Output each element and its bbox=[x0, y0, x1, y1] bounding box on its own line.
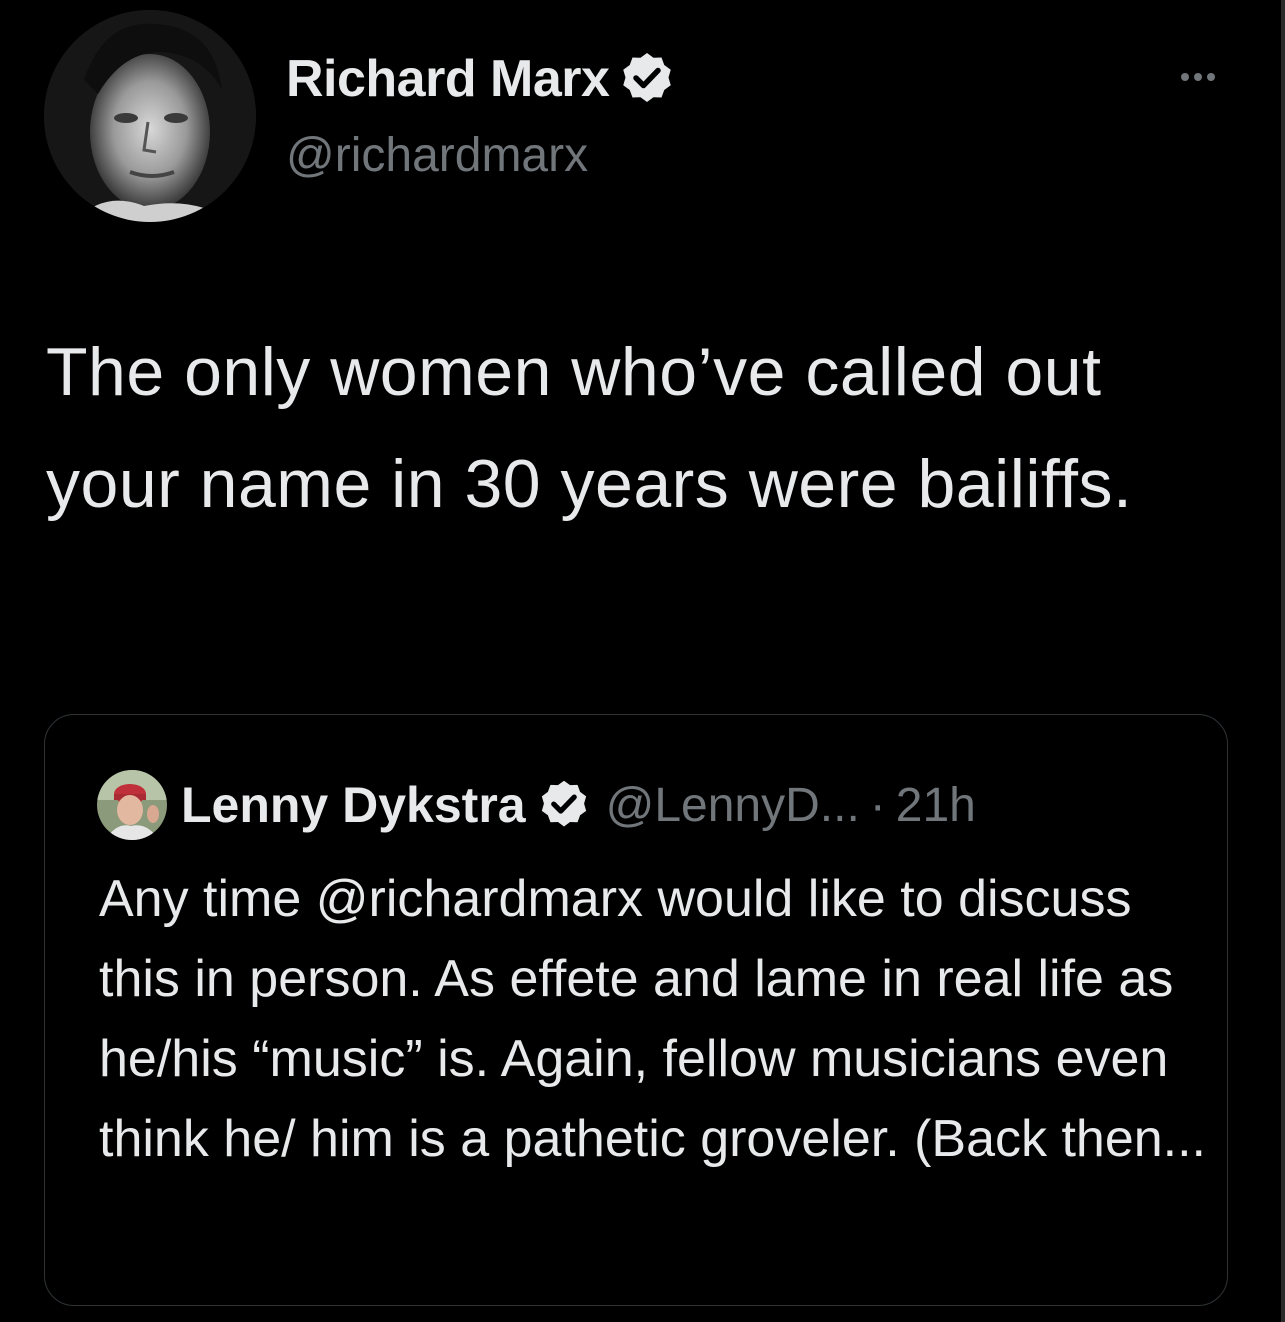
more-horizontal-icon bbox=[1181, 73, 1189, 81]
author-avatar[interactable] bbox=[44, 10, 256, 222]
quoted-tweet-header: Lenny Dykstra @LennyD... · 21h bbox=[97, 767, 976, 843]
quoted-author-name[interactable]: Lenny Dykstra bbox=[181, 776, 526, 834]
author-handle[interactable]: @richardmarx bbox=[286, 128, 588, 183]
more-options-button[interactable] bbox=[1168, 62, 1228, 92]
meta-separator: · bbox=[869, 778, 886, 832]
author-avatar-image bbox=[44, 10, 256, 222]
more-horizontal-icon-dot bbox=[1207, 73, 1215, 81]
author-name[interactable]: Richard Marx bbox=[286, 49, 610, 109]
quoted-tweet-text: Any time @richardmarx would like to disc… bbox=[99, 870, 1207, 1168]
quoted-tweet-timestamp[interactable]: 21h bbox=[896, 778, 976, 833]
window-edge bbox=[1281, 0, 1285, 1322]
verified-badge-icon bbox=[541, 780, 586, 827]
tweet-text: The only women who’ve called out your na… bbox=[46, 334, 1133, 522]
author-name-row: Richard Marx bbox=[286, 44, 677, 114]
quoted-author-handle[interactable]: @LennyD... bbox=[606, 778, 860, 833]
verified-badge-icon bbox=[623, 53, 672, 102]
quoted-author-avatar-image bbox=[97, 770, 167, 840]
quoted-author-avatar[interactable] bbox=[97, 770, 167, 840]
tweet: Richard Marx @richardmarx The only women… bbox=[0, 0, 1285, 1322]
more-horizontal-icon-dot bbox=[1194, 73, 1202, 81]
quoted-tweet-card[interactable]: Lenny Dykstra @LennyD... · 21h Any time … bbox=[44, 714, 1228, 1306]
